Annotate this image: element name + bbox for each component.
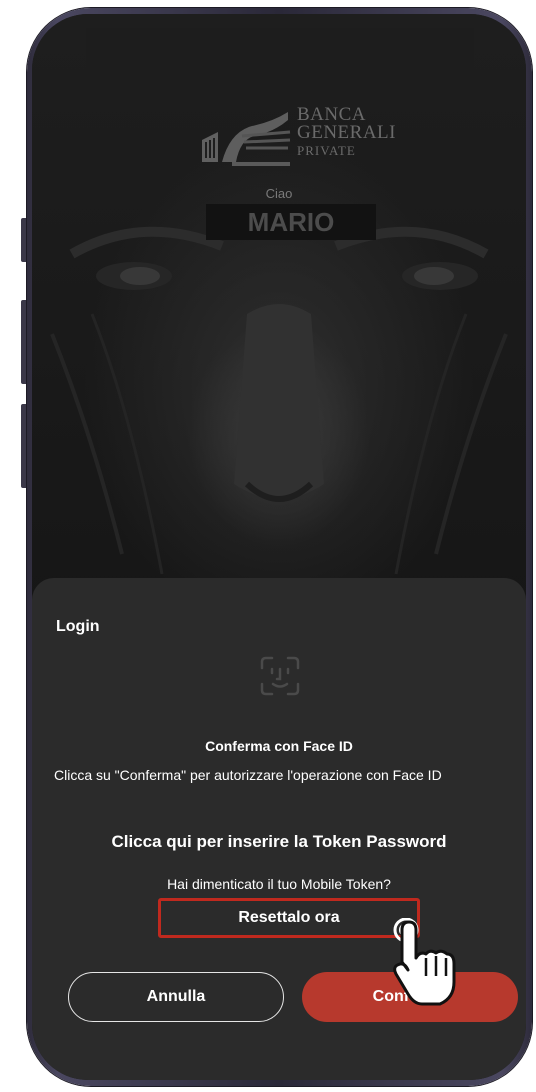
logo-line-2: GENERALI [297,122,396,143]
cancel-button[interactable]: Annulla [68,972,284,1022]
sheet-title: Login [56,618,100,635]
login-bottom-sheet: Login Conferma con Face ID Clicca su "Co… [32,578,526,1080]
bank-logo-text: BANCA GENERALI PRIVATE [297,105,396,160]
lion-background: BANCA GENERALI PRIVATE Ciao MARIO [32,14,526,634]
reset-now-link[interactable]: Resettalo ora [158,898,420,938]
phone-screen: BANCA GENERALI PRIVATE Ciao MARIO Login … [32,14,526,1080]
greeting-text: Ciao [265,186,293,201]
face-id-icon [260,656,300,696]
hand-pointer-icon [393,918,456,1006]
face-id-description: Clicca su "Conferma" per autorizzare l'o… [54,767,442,783]
username-label: MARIO [206,204,376,240]
home-indicator [32,1060,526,1066]
logo-line-3: PRIVATE [297,143,356,158]
token-password-link[interactable]: Clicca qui per inserire la Token Passwor… [32,832,526,852]
forgot-token-text: Hai dimenticato il tuo Mobile Token? [167,876,391,892]
winged-lion-logo-icon [202,112,291,166]
face-id-confirm-title: Conferma con Face ID [205,738,353,754]
